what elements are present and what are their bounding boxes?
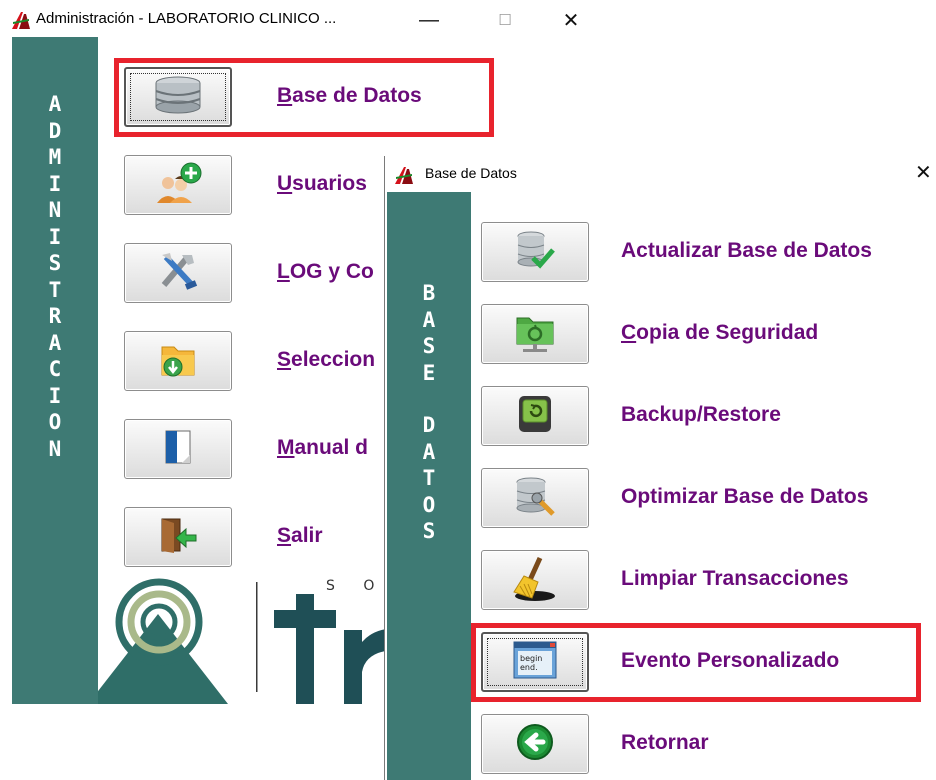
close-button[interactable]: ✕ bbox=[548, 4, 594, 36]
database-tools-icon bbox=[511, 474, 559, 523]
broom-icon bbox=[510, 554, 560, 607]
selection-highlight bbox=[471, 623, 921, 702]
logo-text: S O bbox=[326, 578, 387, 594]
add-user-icon bbox=[152, 161, 204, 210]
minimize-icon: — bbox=[419, 8, 439, 31]
sidebar-letter: D bbox=[48, 118, 62, 143]
seleccion-button[interactable] bbox=[124, 331, 232, 391]
limpiar-label[interactable]: Limpiar Transacciones bbox=[621, 567, 849, 591]
close-icon: ✕ bbox=[915, 162, 932, 184]
main-window-title: Administración - LABORATORIO CLINICO ... bbox=[36, 10, 337, 27]
retornar-button[interactable] bbox=[481, 714, 589, 774]
back-arrow-icon bbox=[513, 720, 557, 769]
backup-button[interactable] bbox=[481, 386, 589, 446]
salir-button[interactable] bbox=[124, 507, 232, 567]
restore-drive-icon bbox=[511, 392, 559, 441]
admin-sidebar-label: ADMINISTRACION bbox=[12, 91, 98, 462]
minimize-button[interactable]: — bbox=[406, 4, 452, 36]
sidebar-letter: I bbox=[48, 383, 62, 408]
manual-button[interactable] bbox=[124, 419, 232, 479]
main-title-bar: Administración - LABORATORIO CLINICO ...… bbox=[0, 0, 936, 40]
sidebar-letter: A bbox=[422, 307, 436, 332]
seleccion-label[interactable]: Seleccion bbox=[277, 348, 375, 372]
sidebar-letter: N bbox=[48, 436, 62, 461]
app-logo-icon bbox=[12, 12, 30, 29]
company-logo: S O bbox=[98, 576, 398, 704]
sidebar-letter: C bbox=[48, 357, 62, 381]
dialog-title: Base de Datos bbox=[425, 165, 517, 181]
maximize-button[interactable]: ☐ bbox=[482, 4, 528, 36]
sidebar-letter: I bbox=[48, 171, 62, 196]
log-label[interactable]: LOG y Co bbox=[277, 260, 374, 284]
database-dialog: Base de Datos ✕ BASE DATOS Actualizar Ba… bbox=[384, 156, 936, 780]
copia-button[interactable] bbox=[481, 304, 589, 364]
sidebar-letter: S bbox=[422, 334, 436, 358]
app-logo-icon bbox=[395, 167, 413, 184]
tools-icon bbox=[156, 249, 200, 298]
close-icon: ✕ bbox=[562, 9, 580, 32]
sidebar-letter: M bbox=[48, 145, 62, 169]
salir-label[interactable]: Salir bbox=[277, 524, 323, 548]
database-sidebar-label: BASE DATOS bbox=[387, 280, 471, 545]
selection-highlight bbox=[114, 58, 494, 137]
manual-label[interactable]: Manual d bbox=[277, 436, 368, 460]
maximize-icon: ☐ bbox=[498, 12, 512, 29]
admin-sidebar: ADMINISTRACION bbox=[12, 37, 98, 704]
sidebar-letter: T bbox=[422, 466, 436, 490]
document-icon bbox=[156, 425, 200, 474]
sidebar-letter: A bbox=[48, 330, 62, 355]
sidebar-letter: S bbox=[48, 251, 62, 275]
sidebar-letter: N bbox=[48, 198, 62, 222]
actualizar-button[interactable] bbox=[481, 222, 589, 282]
database-sidebar: BASE DATOS bbox=[387, 192, 471, 780]
backup-label[interactable]: Backup/Restore bbox=[621, 403, 781, 427]
dialog-title-bar: Base de Datos ✕ bbox=[385, 156, 936, 192]
sidebar-letter: E bbox=[422, 360, 436, 385]
sidebar-letter: O bbox=[422, 492, 436, 517]
folder-download-icon bbox=[156, 337, 200, 386]
sidebar-letter: D bbox=[422, 413, 436, 437]
sidebar-letter: R bbox=[48, 304, 62, 328]
copia-label[interactable]: Copia de Seguridad bbox=[621, 321, 818, 345]
dialog-close-button[interactable]: ✕ bbox=[915, 160, 936, 188]
optimizar-button[interactable] bbox=[481, 468, 589, 528]
sidebar-letter: O bbox=[48, 410, 62, 434]
sidebar-letter: T bbox=[48, 277, 62, 302]
usuarios-label[interactable]: Usuarios bbox=[277, 172, 367, 196]
sidebar-letter: B bbox=[422, 281, 436, 305]
database-check-icon bbox=[513, 228, 557, 277]
limpiar-button[interactable] bbox=[481, 550, 589, 610]
optimizar-label[interactable]: Optimizar Base de Datos bbox=[621, 485, 868, 509]
sidebar-letter: I bbox=[48, 224, 62, 249]
sidebar-letter: A bbox=[48, 92, 62, 116]
log-button[interactable] bbox=[124, 243, 232, 303]
retornar-label[interactable]: Retornar bbox=[621, 731, 709, 755]
sidebar-letter: S bbox=[422, 519, 436, 543]
exit-door-icon bbox=[156, 513, 200, 562]
usuarios-button[interactable] bbox=[124, 155, 232, 215]
sidebar-letter: A bbox=[422, 439, 436, 464]
backup-folder-icon bbox=[511, 310, 559, 359]
actualizar-label[interactable]: Actualizar Base de Datos bbox=[621, 239, 872, 263]
logo-emblem-icon bbox=[98, 578, 398, 704]
